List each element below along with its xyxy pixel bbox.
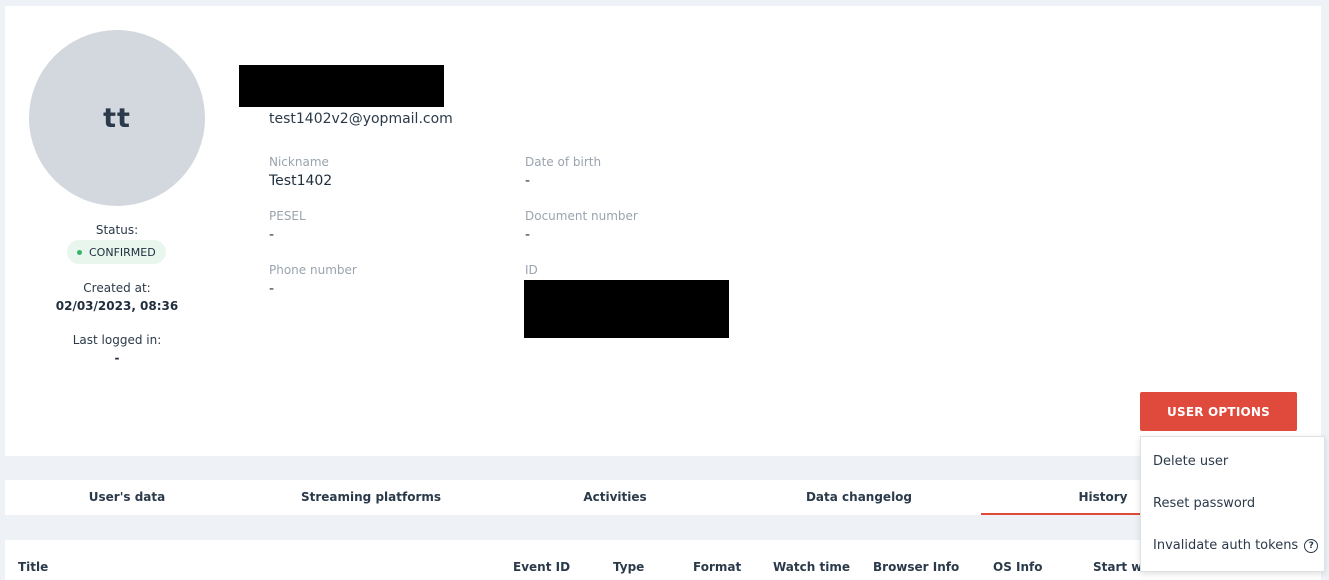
menu-item-invalidate-auth-tokens[interactable]: Invalidate auth tokens ? xyxy=(1153,538,1319,553)
id-field: ID xyxy=(525,263,745,277)
delete-user-label: Delete user xyxy=(1153,454,1229,469)
column-header-type[interactable]: Type xyxy=(613,560,644,574)
question-circle-icon[interactable]: ? xyxy=(1304,538,1319,553)
tab-bar: User's data Streaming platforms Activiti… xyxy=(5,480,1225,515)
tab-activities[interactable]: Activities xyxy=(493,480,737,515)
column-header-watch-time[interactable]: Watch time xyxy=(773,560,850,574)
document-field: Document number - xyxy=(525,209,745,243)
nickname-value: Test1402 xyxy=(269,173,333,189)
tab-users-data[interactable]: User's data xyxy=(5,480,249,515)
invalidate-auth-tokens-label: Invalidate auth tokens xyxy=(1153,538,1299,553)
created-at-value: 02/03/2023, 08:36 xyxy=(55,299,179,313)
nickname-field: Nickname Test1402 xyxy=(269,155,489,189)
nickname-label: Nickname xyxy=(269,155,329,169)
last-logged-in-value: - xyxy=(114,351,120,365)
column-header-browser-info[interactable]: Browser Info xyxy=(873,560,959,574)
status-badge: CONFIRMED xyxy=(67,240,166,264)
tab-streaming-platforms[interactable]: Streaming platforms xyxy=(249,480,493,515)
menu-item-delete-user[interactable]: Delete user xyxy=(1153,454,1228,469)
column-header-title[interactable]: Title xyxy=(18,560,48,574)
document-label: Document number xyxy=(525,209,638,223)
column-header-format[interactable]: Format xyxy=(693,560,741,574)
user-options-menu: Delete user Reset password Invalidate au… xyxy=(1140,436,1325,572)
pesel-field: PESEL - xyxy=(269,209,489,243)
redacted-name xyxy=(239,65,444,107)
avatar: tt xyxy=(29,30,205,206)
created-at-label: Created at: xyxy=(83,281,151,295)
dob-value: - xyxy=(525,173,531,189)
column-header-event-id[interactable]: Event ID xyxy=(513,560,570,574)
tab-data-changelog[interactable]: Data changelog xyxy=(737,480,981,515)
phone-label: Phone number xyxy=(269,263,357,277)
id-label: ID xyxy=(525,263,538,277)
status-label: Status: xyxy=(95,223,139,237)
user-options-button[interactable]: USER OPTIONS xyxy=(1140,392,1297,431)
phone-field: Phone number - xyxy=(269,263,489,297)
history-table: Title Event ID Type Format Watch time Br… xyxy=(5,540,1321,580)
column-header-os-info[interactable]: OS Info xyxy=(993,560,1043,574)
menu-item-reset-password[interactable]: Reset password xyxy=(1153,496,1255,511)
document-value: - xyxy=(525,227,531,243)
reset-password-label: Reset password xyxy=(1153,496,1256,511)
status-value: CONFIRMED xyxy=(89,245,156,259)
phone-value: - xyxy=(269,281,275,297)
pesel-label: PESEL xyxy=(269,209,306,223)
dob-field: Date of birth - xyxy=(525,155,745,189)
dob-label: Date of birth xyxy=(525,155,602,169)
redacted-id xyxy=(524,280,729,338)
pesel-value: - xyxy=(269,227,275,243)
user-profile-card: tt Status: CONFIRMED Created at: 02/03/2… xyxy=(5,6,1321,456)
user-email: test1402v2@yopmail.com xyxy=(269,111,453,127)
status-dot-icon xyxy=(77,249,82,255)
avatar-initials: tt xyxy=(103,102,131,134)
last-logged-in-label: Last logged in: xyxy=(72,333,162,347)
